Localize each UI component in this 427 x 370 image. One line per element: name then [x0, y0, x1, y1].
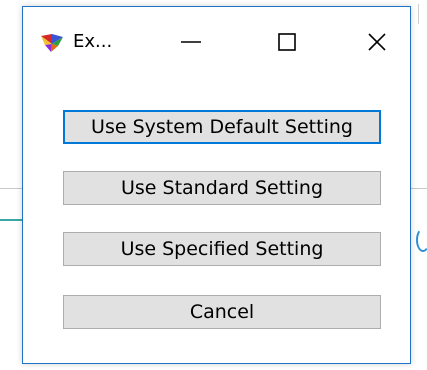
cancel-button[interactable]: Cancel [63, 295, 381, 329]
background-divider-right [411, 188, 427, 189]
minimize-button[interactable] [163, 21, 219, 63]
maximize-button[interactable] [259, 21, 315, 63]
window-title: Ex... [73, 31, 113, 52]
background-accent-line [0, 219, 22, 221]
maximize-icon [276, 31, 298, 53]
desktop-background: Ex... Use System Default Setting Use Sta… [0, 0, 427, 370]
use-system-default-setting-button[interactable]: Use System Default Setting [63, 110, 381, 144]
close-button[interactable] [349, 21, 405, 63]
background-edge [418, 4, 419, 24]
title-bar[interactable]: Ex... [23, 7, 410, 71]
minimize-icon [180, 31, 202, 53]
close-icon [366, 31, 388, 53]
background-partial-icon [416, 228, 427, 252]
settings-dialog: Ex... Use System Default Setting Use Sta… [22, 6, 411, 364]
use-specified-setting-button[interactable]: Use Specified Setting [63, 232, 381, 266]
use-standard-setting-button[interactable]: Use Standard Setting [63, 171, 381, 205]
background-divider [0, 188, 22, 189]
palette-icon [39, 32, 65, 54]
